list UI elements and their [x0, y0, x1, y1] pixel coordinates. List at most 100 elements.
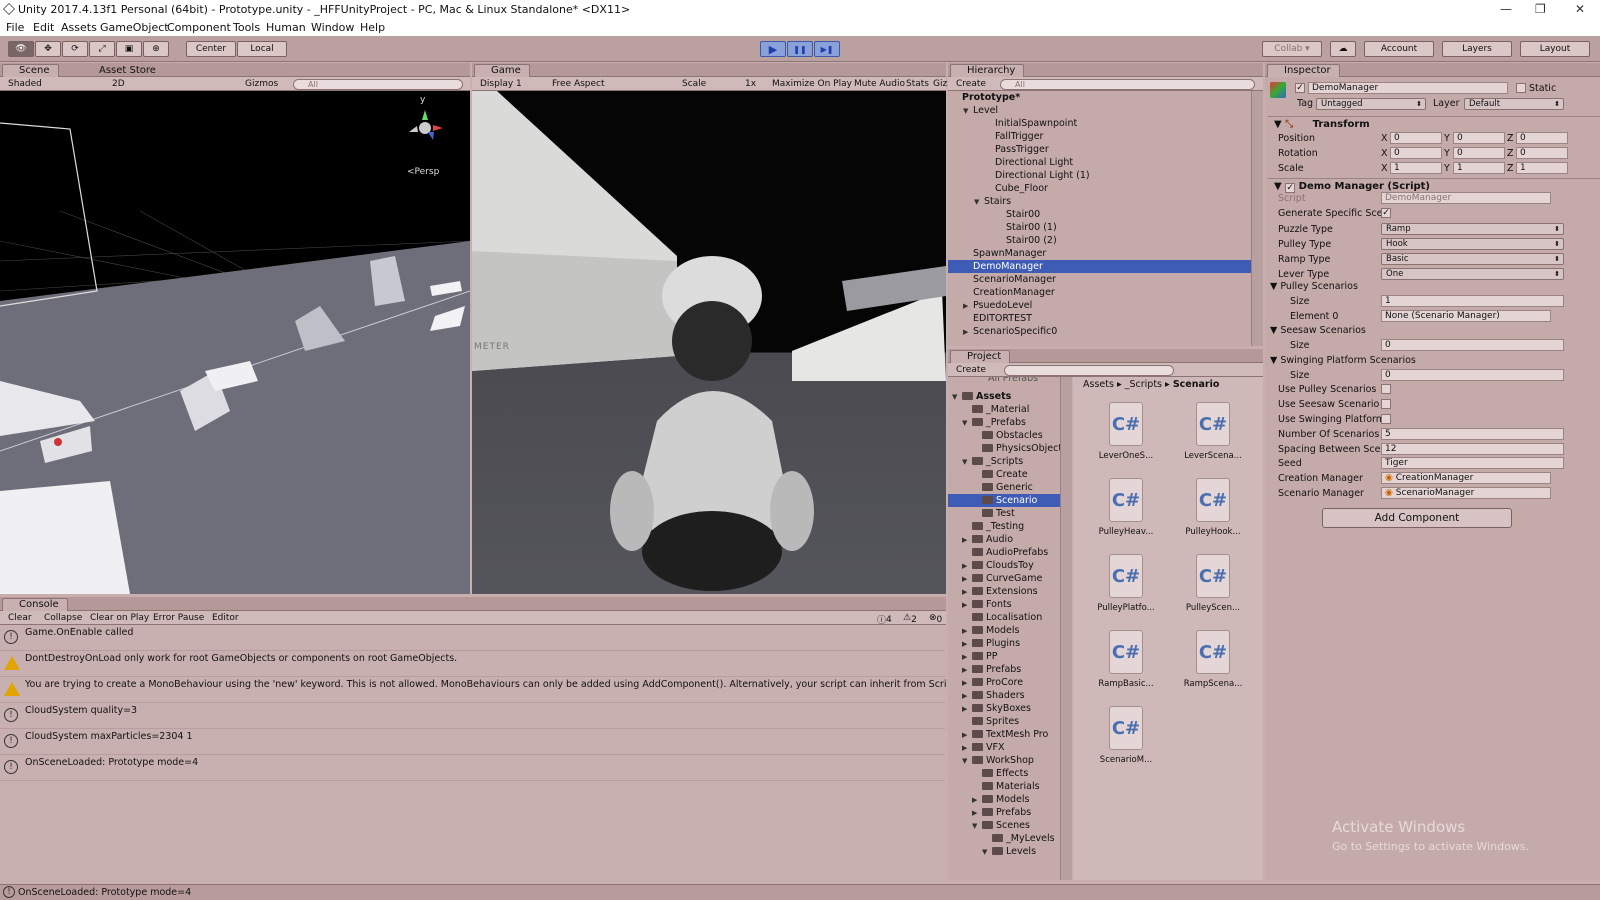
rect-tool-icon[interactable]: ▣ [116, 41, 142, 57]
csharp-script-icon[interactable]: C# [1196, 402, 1230, 446]
project-folder-item[interactable]: ▶ CurveGame [948, 572, 1060, 585]
seed-field[interactable]: Tiger [1381, 457, 1564, 469]
console-clear-on-play-toggle[interactable]: Clear on Play [90, 613, 149, 623]
scale-z-field[interactable]: 1 [1516, 162, 1568, 174]
project-folder-item[interactable]: AudioPrefabs [948, 546, 1060, 559]
hierarchy-item[interactable]: Directional Light (1) [948, 169, 1251, 182]
console-error-count[interactable]: ⊗ 0 [929, 613, 942, 625]
project-folder-item[interactable]: Generic [948, 481, 1060, 494]
asset-label[interactable]: PulleyHeav... [1086, 527, 1166, 537]
transform-tool-icon[interactable]: ⊕ [143, 41, 169, 57]
transform-header[interactable]: ▼ ⤡ Transform [1268, 116, 1600, 130]
menu-gameobject[interactable]: GameObject [100, 21, 169, 34]
hierarchy-item[interactable]: Stair00 (2) [948, 234, 1251, 247]
account-dropdown[interactable]: Account [1364, 41, 1434, 57]
console-editor-dropdown[interactable]: Editor [212, 613, 239, 623]
game-gizmos-dropdown[interactable]: Giz [933, 79, 947, 89]
project-folder-item[interactable]: ▶ Shaders [948, 689, 1060, 702]
project-folder-item[interactable]: _Testing [948, 520, 1060, 533]
project-folder-item[interactable]: Localisation [948, 611, 1060, 624]
console-clear-button[interactable]: Clear [8, 613, 32, 623]
menu-tools[interactable]: Tools [233, 21, 260, 34]
hierarchy-item[interactable]: FallTrigger [948, 130, 1251, 143]
stats-toggle[interactable]: Stats [906, 79, 929, 89]
puzzle-type-dropdown[interactable]: Ramp [1381, 223, 1564, 235]
asset-label[interactable]: PulleyScen... [1173, 603, 1253, 613]
maximize-on-play-toggle[interactable]: Maximize On Play [772, 79, 852, 89]
asset-label[interactable]: RampBasic... [1086, 679, 1166, 689]
display-dropdown[interactable]: Display 1 [480, 79, 522, 89]
asset-label[interactable]: LeverScena... [1173, 451, 1253, 461]
project-create-dropdown[interactable]: Create [956, 365, 986, 375]
menu-file[interactable]: File [6, 21, 24, 34]
demo-manager-header[interactable]: ▼ ✓ Demo Manager (Script) [1268, 178, 1600, 193]
script-enabled-checkbox[interactable]: ✓ [1285, 183, 1296, 193]
project-folder-item[interactable]: ▶ CloudsToy [948, 559, 1060, 572]
collab-button[interactable]: Collab ▾ [1262, 41, 1322, 57]
console-log-entry[interactable]: ! Game.OnEnable called [0, 625, 945, 651]
scale-tool-icon[interactable]: ⤢ [89, 41, 115, 57]
cloud-icon[interactable]: ☁ [1330, 41, 1356, 57]
scene-gizmo-icon[interactable] [405, 106, 445, 146]
layers-dropdown[interactable]: Layers [1442, 41, 1512, 57]
project-folder-item[interactable]: PhysicsObjects [948, 442, 1067, 455]
hierarchy-item[interactable]: SpawnManager [948, 247, 1251, 260]
pivot-center-button[interactable]: Center [186, 41, 236, 57]
view-tool-icon[interactable]: 👁 [8, 41, 34, 57]
layout-dropdown[interactable]: Layout [1520, 41, 1590, 57]
csharp-script-icon[interactable]: C# [1196, 478, 1230, 522]
csharp-script-icon[interactable]: C# [1109, 402, 1143, 446]
console-log-entry[interactable]: You are trying to create a MonoBehaviour… [0, 677, 946, 703]
console-log-entry[interactable]: ! CloudSystem quality=3 [0, 703, 945, 729]
asset-label[interactable]: PulleyPlatfo... [1086, 603, 1166, 613]
tab-project[interactable]: Project [950, 350, 1011, 363]
console-collapse-toggle[interactable]: Collapse [44, 613, 82, 623]
asset-label[interactable]: LeverOneS... [1086, 451, 1166, 461]
console-warn-count[interactable]: ⚠ 2 [903, 613, 917, 625]
close-button[interactable]: ✕ [1575, 2, 1585, 16]
hierarchy-item[interactable]: CreationManager [948, 286, 1251, 299]
console-log-entry[interactable]: ! OnSceneLoaded: Prototype mode=4 [0, 755, 945, 781]
hierarchy-scrollbar[interactable] [1251, 91, 1263, 346]
minimize-button[interactable]: — [1500, 2, 1512, 16]
project-folder-item[interactable]: ▶ Models [948, 624, 1060, 637]
menu-edit[interactable]: Edit [33, 21, 54, 34]
scene-view[interactable]: y <Persp [0, 91, 470, 594]
tab-game[interactable]: Game [474, 64, 530, 77]
project-folder-item[interactable]: Materials [948, 780, 1060, 793]
breadcrumb-assets[interactable]: Assets [1083, 379, 1114, 390]
pulley-scenarios-foldout[interactable]: ▼ Pulley Scenarios [1270, 281, 1358, 292]
project-folder-item[interactable]: ▶ VFX [948, 741, 1060, 754]
project-folder-item[interactable]: ▼ WorkShop [948, 754, 1060, 767]
hierarchy-item[interactable]: Stair00 [948, 208, 1251, 221]
console-error-pause-toggle[interactable]: Error Pause [153, 613, 204, 623]
number-of-scenarios-field[interactable]: 5 [1381, 428, 1564, 440]
active-checkbox[interactable]: ✓ [1295, 83, 1305, 93]
tab-hierarchy[interactable]: Hierarchy [950, 64, 1025, 77]
rotate-tool-icon[interactable]: ⟳ [62, 41, 88, 57]
project-tree-assets[interactable]: ▼ Assets [948, 390, 1011, 403]
pulley-type-dropdown[interactable]: Hook [1381, 238, 1564, 250]
pos-x-field[interactable]: 0 [1390, 132, 1442, 144]
rot-z-field[interactable]: 0 [1516, 147, 1568, 159]
scale-x-field[interactable]: 1 [1390, 162, 1442, 174]
project-folder-item[interactable]: ▶ Fonts [948, 598, 1060, 611]
csharp-script-icon[interactable]: C# [1109, 706, 1143, 750]
project-folder-item[interactable]: ▶ ProCore [948, 676, 1060, 689]
layer-dropdown[interactable]: Default [1464, 98, 1564, 110]
hierarchy-item[interactable]: Cube_Floor [948, 182, 1251, 195]
project-folder-item[interactable]: Create [948, 468, 1060, 481]
foldout-arrow-icon[interactable]: ▼ [982, 846, 992, 859]
tab-console[interactable]: Console [2, 598, 68, 611]
mode-2d-toggle[interactable]: 2D [112, 79, 125, 89]
hierarchy-item[interactable]: ▶ ScenarioSpecific0 [948, 325, 1251, 338]
hierarchy-item[interactable]: ▶ PsuedoLevel [948, 299, 1251, 312]
gizmos-dropdown[interactable]: Gizmos [245, 79, 278, 89]
project-folder-item[interactable]: ▶ Models [948, 793, 1060, 806]
scale-y-field[interactable]: 1 [1453, 162, 1505, 174]
project-folder-item[interactable]: Sprites [948, 715, 1060, 728]
hierarchy-item[interactable]: PassTrigger [948, 143, 1251, 156]
status-text[interactable]: OnSceneLoaded: Prototype mode=4 [18, 887, 191, 898]
hierarchy-create-dropdown[interactable]: Create [956, 79, 986, 89]
project-folder-item[interactable]: Test [948, 507, 1060, 520]
